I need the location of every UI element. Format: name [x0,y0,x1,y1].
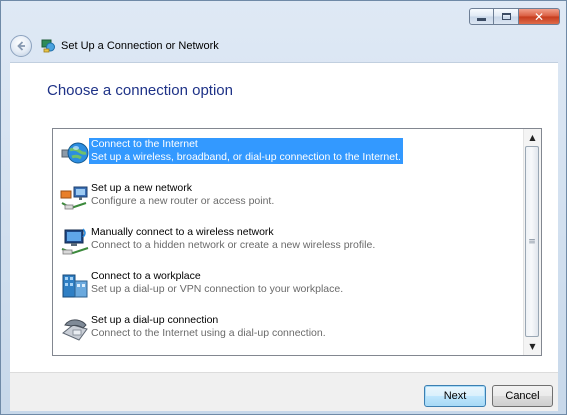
dialog-header: Set Up a Connection or Network [10,34,219,58]
option-description: Configure a new router or access point. [91,195,275,207]
next-button[interactable]: Next [424,385,486,407]
back-button[interactable] [10,35,32,57]
content-panel: Choose a connection option Connect to th… [10,62,558,372]
option-new-network[interactable]: Set up a new network Configure a new rou… [59,179,515,215]
workplace-icon [59,269,91,301]
option-description: Connect to the Internet using a dial-up … [91,327,326,339]
option-label: Connect to the Internet [91,138,198,150]
option-description: Set up a dial-up or VPN connection to yo… [91,283,344,295]
window-title: Set Up a Connection or Network [61,40,219,52]
dialog-window: ✕ Set Up a Connection or Network Choose … [0,0,567,415]
option-manual-wireless[interactable]: Manually connect to a wireless network C… [59,223,515,259]
scroll-up-icon[interactable]: ▲ [524,129,541,146]
list-scrollbar[interactable]: ▲ ≡ ▼ [523,129,541,355]
maximize-button[interactable] [494,8,519,25]
page-title: Choose a connection option [47,82,233,99]
maximize-icon [501,13,511,20]
minimize-icon [477,18,486,21]
option-label: Set up a new network [91,182,192,194]
option-workplace[interactable]: Connect to a workplace Set up a dial-up … [59,267,515,303]
option-dialup[interactable]: Set up a dial-up connection Connect to t… [59,311,515,347]
option-label: Connect to a workplace [91,270,201,282]
cancel-button[interactable]: Cancel [492,385,553,407]
option-text: Set up a new network Configure a new rou… [91,182,274,208]
dialup-phone-icon [59,313,91,345]
option-text: Manually connect to a wireless network C… [91,226,375,252]
scroll-grip-icon: ≡ [528,236,536,247]
back-arrow-icon [17,41,25,51]
wireless-network-icon [59,225,91,257]
option-label: Manually connect to a wireless network [91,226,274,238]
option-label: Set up a dial-up connection [91,314,219,326]
option-text: Set up a dial-up connection Connect to t… [91,314,326,340]
option-description: Connect to a hidden network or create a … [91,239,376,251]
dialog-footer: Next Cancel [10,372,558,411]
close-button[interactable]: ✕ [519,8,560,25]
option-description: Set up a wireless, broadband, or dial-up… [91,151,401,163]
window-controls: ✕ [469,8,560,25]
globe-network-icon [59,137,91,169]
scroll-thumb[interactable]: ≡ [525,146,539,337]
new-network-icon [59,181,91,213]
option-connect-internet[interactable]: Connect to the Internet Set up a wireles… [59,135,515,171]
network-setup-icon [41,38,55,54]
close-icon: ✕ [533,9,545,24]
scroll-down-icon[interactable]: ▼ [524,338,541,355]
minimize-button[interactable] [469,8,494,25]
option-text: Connect to a workplace Set up a dial-up … [91,270,343,296]
option-text: Connect to the Internet Set up a wireles… [89,138,403,164]
connection-options-list[interactable]: Connect to the Internet Set up a wireles… [52,128,542,356]
